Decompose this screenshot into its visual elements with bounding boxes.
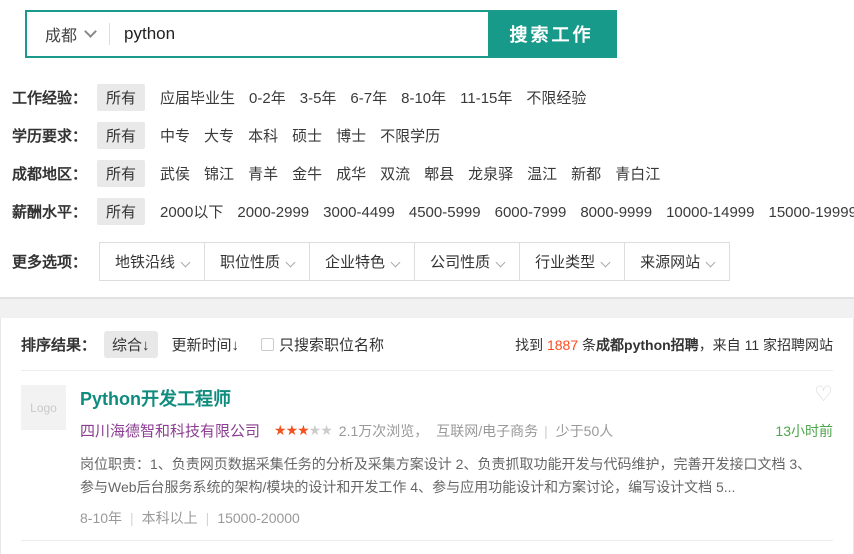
filter-dropdown[interactable]: 行业类型 xyxy=(520,243,625,280)
industry-label: 互联网/电子商务 xyxy=(436,421,538,441)
filter-option[interactable]: 大专 xyxy=(204,128,234,145)
filter-option[interactable]: 青白江 xyxy=(615,166,660,183)
filter-row-education: 学历要求： 所有 中专大专本科硕士博士不限学历 xyxy=(12,122,854,149)
company-logo: Logo xyxy=(21,385,66,430)
job-description: 岗位职责：1、负责网页数据采集任务的分析及采集方案设计 2、负责抓取功能开发与代… xyxy=(80,453,833,499)
filter-dropdown[interactable]: 公司性质 xyxy=(415,243,520,280)
chevron-down-icon xyxy=(601,258,611,268)
filter-option[interactable]: 锦江 xyxy=(204,166,234,183)
filter-option[interactable]: 10000-14999 xyxy=(666,204,754,221)
filter-option[interactable]: 不限学历 xyxy=(380,128,440,145)
favorite-heart-icon[interactable]: ♡ xyxy=(814,385,833,405)
title-only-checkbox[interactable] xyxy=(261,338,274,351)
filter-option[interactable]: 3000-4499 xyxy=(323,204,395,221)
view-count: 2.1万次浏览， xyxy=(339,421,428,441)
filter-option[interactable]: 2000以下 xyxy=(160,204,223,221)
filter-dropdown[interactable]: 企业特色 xyxy=(310,243,415,280)
company-link[interactable]: 四川海德智和科技有限公司 xyxy=(80,420,260,441)
search-keyword: 成都python招聘 xyxy=(596,337,699,353)
filter-option[interactable]: 4500-5999 xyxy=(409,204,481,221)
filter-label: 工作经验： xyxy=(12,87,87,108)
requirement-item: 15000-20000 xyxy=(198,510,300,526)
filter-label: 薪酬水平： xyxy=(12,201,87,222)
filter-option[interactable]: 6000-7999 xyxy=(495,204,567,221)
chevron-down-icon xyxy=(391,258,401,268)
search-bar: 成都 搜索工作 xyxy=(25,10,617,58)
filter-selected-option[interactable]: 所有 xyxy=(97,198,145,225)
filter-option[interactable]: 温江 xyxy=(527,166,557,183)
filter-option[interactable]: 不限经验 xyxy=(526,90,586,107)
chevron-down-icon xyxy=(286,258,296,268)
sort-comprehensive-button[interactable]: 综合↓ xyxy=(104,331,158,358)
filter-option[interactable]: 双流 xyxy=(380,166,410,183)
posted-time: 13小时前 xyxy=(775,421,833,441)
company-size: 少于50人 xyxy=(538,421,613,441)
chevron-down-icon xyxy=(84,25,97,38)
search-input[interactable] xyxy=(110,12,488,56)
job-title-link[interactable]: Python开发工程师 xyxy=(80,385,231,411)
result-stats: 找到 1887 条成都python招聘，来自 11 家招聘网站 xyxy=(515,335,833,355)
filter-option[interactable]: 11-15年 xyxy=(460,90,512,107)
more-options-label: 更多选项： xyxy=(12,251,87,272)
filter-dropdown[interactable]: 职位性质 xyxy=(205,243,310,280)
city-selector-label: 成都 xyxy=(45,22,77,46)
filters-panel: 工作经验： 所有 应届毕业生 0-2年 3-5年 6-7年 8-10年 11-15年不限经… xyxy=(0,58,854,225)
job-listing[interactable]: Logo Python开发工程师 ♡ 四川海德智和科技有限公司 ★★★★★ 2.… xyxy=(1,371,853,540)
filter-selected-option[interactable]: 所有 xyxy=(97,84,145,111)
results-panel: 排序结果： 综合↓ 更新时间↓ 只搜索职位名称 找到 1887 条成都pytho… xyxy=(0,318,854,554)
filter-option[interactable]: 8000-9999 xyxy=(580,204,652,221)
filter-option[interactable]: 2000-2999 xyxy=(237,204,309,221)
search-button[interactable]: 搜索工作 xyxy=(488,12,615,56)
filter-option[interactable]: 0-2年 xyxy=(249,90,286,107)
requirement-item: 本科以上 xyxy=(122,510,198,526)
more-options-row: 更多选项： 地铁沿线 职位性质 企业特色 公司性质 行业类型 来源网站 xyxy=(0,236,854,281)
filter-option[interactable]: 中专 xyxy=(160,128,190,145)
filter-option[interactable]: 3-5年 xyxy=(300,90,337,107)
filter-option[interactable]: 8-10年 xyxy=(401,90,446,107)
filter-option[interactable]: 本科 xyxy=(248,128,278,145)
sort-row: 排序结果： 综合↓ 更新时间↓ 只搜索职位名称 找到 1887 条成都pytho… xyxy=(1,318,853,370)
filter-option[interactable]: 应届毕业生 xyxy=(160,90,235,107)
sort-update-time-button[interactable]: 更新时间↓ xyxy=(172,334,240,355)
city-selector[interactable]: 成都 xyxy=(27,12,109,56)
filter-option[interactable]: 硕士 xyxy=(292,128,322,145)
filter-option[interactable]: 武侯 xyxy=(160,166,190,183)
result-count: 1887 xyxy=(547,337,578,353)
filter-option[interactable]: 6-7年 xyxy=(350,90,387,107)
chevron-down-icon xyxy=(706,258,716,268)
filter-label: 学历要求： xyxy=(12,125,87,146)
filter-option[interactable]: 青羊 xyxy=(248,166,278,183)
sort-label: 排序结果： xyxy=(21,334,96,355)
filter-option[interactable]: 成华 xyxy=(336,166,366,183)
job-requirements: 8-10年本科以上15000-20000 xyxy=(80,508,833,528)
filter-dropdown[interactable]: 地铁沿线 xyxy=(100,243,205,280)
rating-stars: ★★★★★ xyxy=(274,422,332,439)
job-listing[interactable]: BBD 中级Python工程师 ♡ 成都数联铭品科技有限公司 ★★★★★ 1.8… xyxy=(1,541,853,554)
filter-selected-option[interactable]: 所有 xyxy=(97,160,145,187)
filter-option[interactable]: 郫县 xyxy=(424,166,454,183)
filter-option[interactable]: 金牛 xyxy=(292,166,322,183)
filter-option[interactable]: 新都 xyxy=(571,166,601,183)
chevron-down-icon xyxy=(496,258,506,268)
filter-row-salary: 薪酬水平： 所有 2000以下 2000-2999 3000-4499 4500-59… xyxy=(12,198,854,225)
filter-dropdown[interactable]: 来源网站 xyxy=(625,243,729,280)
filter-row-district: 成都地区： 所有 武侯锦江青羊金牛成华双流郫县龙泉驿温江新都青白江 xyxy=(12,160,854,187)
requirement-item: 8-10年 xyxy=(80,510,122,526)
chevron-down-icon xyxy=(181,258,191,268)
title-only-filter: 只搜索职位名称 xyxy=(261,334,384,355)
section-divider-band xyxy=(0,297,854,318)
title-only-label: 只搜索职位名称 xyxy=(279,334,384,355)
filter-option[interactable]: 博士 xyxy=(336,128,366,145)
filter-row-experience: 工作经验： 所有 应届毕业生 0-2年 3-5年 6-7年 8-10年 11-15年不限经… xyxy=(12,84,854,111)
filter-selected-option[interactable]: 所有 xyxy=(97,122,145,149)
search-section: 成都 搜索工作 xyxy=(0,0,854,58)
filter-option[interactable]: 15000-19999 xyxy=(769,204,854,221)
filter-option[interactable]: 龙泉驿 xyxy=(468,166,513,183)
filter-label: 成都地区： xyxy=(12,163,87,184)
